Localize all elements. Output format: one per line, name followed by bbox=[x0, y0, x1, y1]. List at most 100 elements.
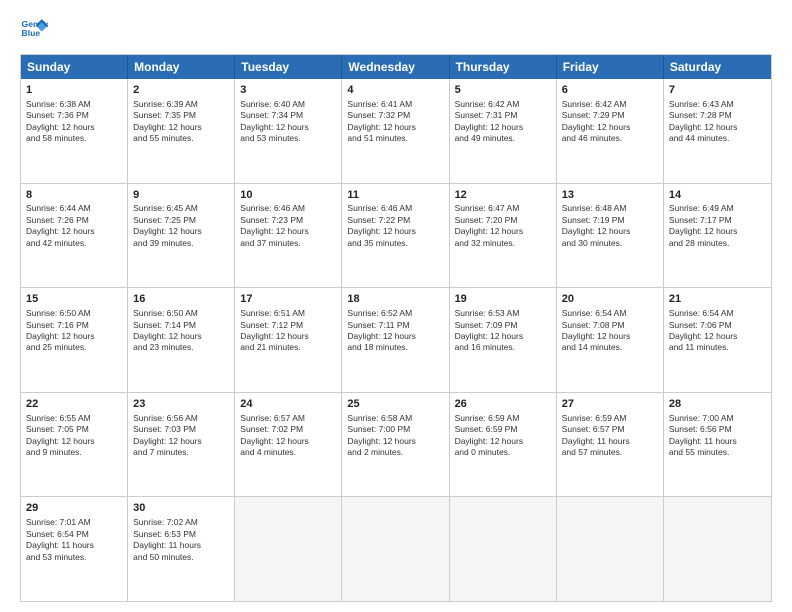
calendar-day-15: 15Sunrise: 6:50 AM Sunset: 7:16 PM Dayli… bbox=[21, 288, 128, 392]
day-info: Sunrise: 6:52 AM Sunset: 7:11 PM Dayligh… bbox=[347, 308, 443, 354]
day-info: Sunrise: 7:01 AM Sunset: 6:54 PM Dayligh… bbox=[26, 517, 122, 563]
calendar-week-3: 15Sunrise: 6:50 AM Sunset: 7:16 PM Dayli… bbox=[21, 288, 771, 393]
calendar-day-19: 19Sunrise: 6:53 AM Sunset: 7:09 PM Dayli… bbox=[450, 288, 557, 392]
calendar-day-27: 27Sunrise: 6:59 AM Sunset: 6:57 PM Dayli… bbox=[557, 393, 664, 497]
calendar-empty bbox=[557, 497, 664, 601]
calendar-day-22: 22Sunrise: 6:55 AM Sunset: 7:05 PM Dayli… bbox=[21, 393, 128, 497]
day-number: 20 bbox=[562, 292, 658, 307]
day-number: 10 bbox=[240, 188, 336, 203]
day-number: 14 bbox=[669, 188, 766, 203]
day-number: 6 bbox=[562, 83, 658, 98]
day-info: Sunrise: 6:38 AM Sunset: 7:36 PM Dayligh… bbox=[26, 99, 122, 145]
day-number: 17 bbox=[240, 292, 336, 307]
day-info: Sunrise: 6:50 AM Sunset: 7:14 PM Dayligh… bbox=[133, 308, 229, 354]
day-number: 23 bbox=[133, 397, 229, 412]
calendar-day-25: 25Sunrise: 6:58 AM Sunset: 7:00 PM Dayli… bbox=[342, 393, 449, 497]
calendar-header: SundayMondayTuesdayWednesdayThursdayFrid… bbox=[21, 55, 771, 79]
day-info: Sunrise: 6:44 AM Sunset: 7:26 PM Dayligh… bbox=[26, 203, 122, 249]
calendar-day-26: 26Sunrise: 6:59 AM Sunset: 6:59 PM Dayli… bbox=[450, 393, 557, 497]
day-number: 19 bbox=[455, 292, 551, 307]
calendar-day-29: 29Sunrise: 7:01 AM Sunset: 6:54 PM Dayli… bbox=[21, 497, 128, 601]
day-number: 5 bbox=[455, 83, 551, 98]
day-info: Sunrise: 6:54 AM Sunset: 7:06 PM Dayligh… bbox=[669, 308, 766, 354]
day-info: Sunrise: 6:53 AM Sunset: 7:09 PM Dayligh… bbox=[455, 308, 551, 354]
calendar-empty bbox=[342, 497, 449, 601]
day-number: 30 bbox=[133, 501, 229, 516]
calendar-week-2: 8Sunrise: 6:44 AM Sunset: 7:26 PM Daylig… bbox=[21, 184, 771, 289]
calendar-empty bbox=[235, 497, 342, 601]
day-info: Sunrise: 6:56 AM Sunset: 7:03 PM Dayligh… bbox=[133, 413, 229, 459]
header-day-wednesday: Wednesday bbox=[342, 55, 449, 79]
day-number: 2 bbox=[133, 83, 229, 98]
calendar-day-23: 23Sunrise: 6:56 AM Sunset: 7:03 PM Dayli… bbox=[128, 393, 235, 497]
day-info: Sunrise: 6:55 AM Sunset: 7:05 PM Dayligh… bbox=[26, 413, 122, 459]
day-info: Sunrise: 6:59 AM Sunset: 6:59 PM Dayligh… bbox=[455, 413, 551, 459]
calendar-day-21: 21Sunrise: 6:54 AM Sunset: 7:06 PM Dayli… bbox=[664, 288, 771, 392]
calendar-day-12: 12Sunrise: 6:47 AM Sunset: 7:20 PM Dayli… bbox=[450, 184, 557, 288]
day-info: Sunrise: 6:41 AM Sunset: 7:32 PM Dayligh… bbox=[347, 99, 443, 145]
calendar-day-16: 16Sunrise: 6:50 AM Sunset: 7:14 PM Dayli… bbox=[128, 288, 235, 392]
day-number: 29 bbox=[26, 501, 122, 516]
day-info: Sunrise: 6:57 AM Sunset: 7:02 PM Dayligh… bbox=[240, 413, 336, 459]
calendar-empty bbox=[450, 497, 557, 601]
day-info: Sunrise: 6:54 AM Sunset: 7:08 PM Dayligh… bbox=[562, 308, 658, 354]
day-number: 16 bbox=[133, 292, 229, 307]
logo: General Blue bbox=[20, 16, 52, 44]
calendar-day-9: 9Sunrise: 6:45 AM Sunset: 7:25 PM Daylig… bbox=[128, 184, 235, 288]
calendar-day-8: 8Sunrise: 6:44 AM Sunset: 7:26 PM Daylig… bbox=[21, 184, 128, 288]
calendar-empty bbox=[664, 497, 771, 601]
header-day-monday: Monday bbox=[128, 55, 235, 79]
day-info: Sunrise: 6:45 AM Sunset: 7:25 PM Dayligh… bbox=[133, 203, 229, 249]
day-number: 1 bbox=[26, 83, 122, 98]
calendar-week-4: 22Sunrise: 6:55 AM Sunset: 7:05 PM Dayli… bbox=[21, 393, 771, 498]
calendar-day-10: 10Sunrise: 6:46 AM Sunset: 7:23 PM Dayli… bbox=[235, 184, 342, 288]
calendar-day-17: 17Sunrise: 6:51 AM Sunset: 7:12 PM Dayli… bbox=[235, 288, 342, 392]
day-info: Sunrise: 6:39 AM Sunset: 7:35 PM Dayligh… bbox=[133, 99, 229, 145]
day-number: 13 bbox=[562, 188, 658, 203]
day-number: 9 bbox=[133, 188, 229, 203]
calendar-day-6: 6Sunrise: 6:42 AM Sunset: 7:29 PM Daylig… bbox=[557, 79, 664, 183]
calendar-day-13: 13Sunrise: 6:48 AM Sunset: 7:19 PM Dayli… bbox=[557, 184, 664, 288]
logo-icon: General Blue bbox=[20, 16, 48, 44]
calendar: SundayMondayTuesdayWednesdayThursdayFrid… bbox=[20, 54, 772, 602]
calendar-day-18: 18Sunrise: 6:52 AM Sunset: 7:11 PM Dayli… bbox=[342, 288, 449, 392]
calendar-day-1: 1Sunrise: 6:38 AM Sunset: 7:36 PM Daylig… bbox=[21, 79, 128, 183]
day-number: 4 bbox=[347, 83, 443, 98]
svg-text:Blue: Blue bbox=[22, 28, 41, 38]
calendar-day-14: 14Sunrise: 6:49 AM Sunset: 7:17 PM Dayli… bbox=[664, 184, 771, 288]
day-info: Sunrise: 6:42 AM Sunset: 7:31 PM Dayligh… bbox=[455, 99, 551, 145]
header-day-thursday: Thursday bbox=[450, 55, 557, 79]
day-info: Sunrise: 6:46 AM Sunset: 7:23 PM Dayligh… bbox=[240, 203, 336, 249]
day-info: Sunrise: 6:49 AM Sunset: 7:17 PM Dayligh… bbox=[669, 203, 766, 249]
day-number: 28 bbox=[669, 397, 766, 412]
calendar-day-28: 28Sunrise: 7:00 AM Sunset: 6:56 PM Dayli… bbox=[664, 393, 771, 497]
day-number: 26 bbox=[455, 397, 551, 412]
calendar-body: 1Sunrise: 6:38 AM Sunset: 7:36 PM Daylig… bbox=[21, 79, 771, 601]
day-info: Sunrise: 6:48 AM Sunset: 7:19 PM Dayligh… bbox=[562, 203, 658, 249]
day-info: Sunrise: 7:00 AM Sunset: 6:56 PM Dayligh… bbox=[669, 413, 766, 459]
day-info: Sunrise: 6:40 AM Sunset: 7:34 PM Dayligh… bbox=[240, 99, 336, 145]
calendar-day-4: 4Sunrise: 6:41 AM Sunset: 7:32 PM Daylig… bbox=[342, 79, 449, 183]
day-number: 7 bbox=[669, 83, 766, 98]
calendar-week-5: 29Sunrise: 7:01 AM Sunset: 6:54 PM Dayli… bbox=[21, 497, 771, 601]
header-day-tuesday: Tuesday bbox=[235, 55, 342, 79]
day-number: 11 bbox=[347, 188, 443, 203]
day-info: Sunrise: 6:42 AM Sunset: 7:29 PM Dayligh… bbox=[562, 99, 658, 145]
header-day-sunday: Sunday bbox=[21, 55, 128, 79]
calendar-day-5: 5Sunrise: 6:42 AM Sunset: 7:31 PM Daylig… bbox=[450, 79, 557, 183]
day-info: Sunrise: 6:50 AM Sunset: 7:16 PM Dayligh… bbox=[26, 308, 122, 354]
calendar-day-24: 24Sunrise: 6:57 AM Sunset: 7:02 PM Dayli… bbox=[235, 393, 342, 497]
day-number: 3 bbox=[240, 83, 336, 98]
day-number: 27 bbox=[562, 397, 658, 412]
day-info: Sunrise: 6:51 AM Sunset: 7:12 PM Dayligh… bbox=[240, 308, 336, 354]
day-number: 22 bbox=[26, 397, 122, 412]
day-info: Sunrise: 7:02 AM Sunset: 6:53 PM Dayligh… bbox=[133, 517, 229, 563]
calendar-day-11: 11Sunrise: 6:46 AM Sunset: 7:22 PM Dayli… bbox=[342, 184, 449, 288]
day-info: Sunrise: 6:59 AM Sunset: 6:57 PM Dayligh… bbox=[562, 413, 658, 459]
day-number: 21 bbox=[669, 292, 766, 307]
calendar-day-20: 20Sunrise: 6:54 AM Sunset: 7:08 PM Dayli… bbox=[557, 288, 664, 392]
day-info: Sunrise: 6:58 AM Sunset: 7:00 PM Dayligh… bbox=[347, 413, 443, 459]
calendar-day-30: 30Sunrise: 7:02 AM Sunset: 6:53 PM Dayli… bbox=[128, 497, 235, 601]
calendar-week-1: 1Sunrise: 6:38 AM Sunset: 7:36 PM Daylig… bbox=[21, 79, 771, 184]
header-day-saturday: Saturday bbox=[664, 55, 771, 79]
